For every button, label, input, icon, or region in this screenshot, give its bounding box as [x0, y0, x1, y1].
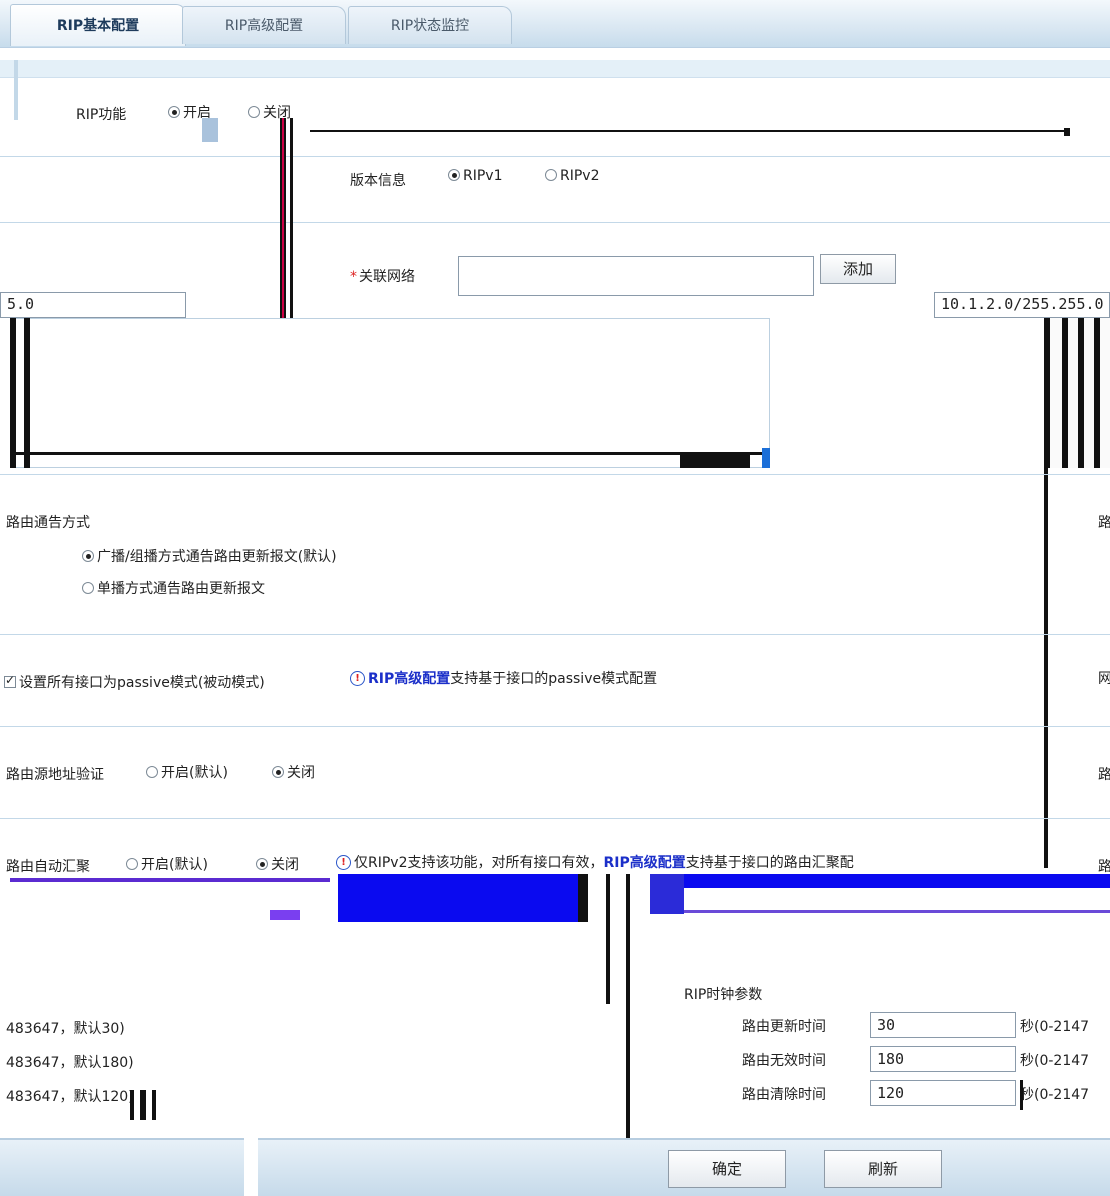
version-v2-option[interactable]: RIPv2 [545, 168, 600, 184]
invalid-timer-unit: 秒(0-2147 [1020, 1053, 1090, 1069]
glitch-vbar [578, 874, 588, 922]
invalid-timer-label: 路由无效时间 [742, 1053, 826, 1069]
right-edge-label: 网 [1098, 671, 1110, 687]
glitch-vbar [280, 118, 286, 318]
glitch-vbar [140, 1090, 146, 1120]
divider [0, 222, 1110, 223]
refresh-button[interactable]: 刷新 [824, 1150, 942, 1188]
rip-off-radio[interactable] [248, 106, 260, 118]
auto-summary-off-radio[interactable] [256, 858, 268, 870]
confirm-button[interactable]: 确定 [668, 1150, 786, 1188]
version-label: 版本信息 [350, 173, 406, 189]
auto-summary-on-radio[interactable] [126, 858, 138, 870]
auto-summary-off-option[interactable]: 关闭 [256, 854, 299, 874]
glitch-vbar [1020, 1080, 1023, 1110]
tab-bar: RIP基本配置 RIP高级配置 RIP状态监控 [0, 0, 1110, 48]
info-icon: ! [336, 855, 351, 870]
tab-rip-basic[interactable]: RIP基本配置 [10, 4, 186, 46]
glitch-block [270, 910, 300, 920]
glitch-block [762, 448, 770, 468]
network-input[interactable] [458, 256, 814, 296]
auto-summary-note: ! 仅RIPv2支持该功能，对所有接口有效，RIP高级配置支持基于接口的路由汇聚配 [336, 852, 854, 872]
network-list-value[interactable]: 10.1.2.0/255.255.0 [934, 292, 1110, 318]
update-timer-input[interactable] [870, 1012, 1016, 1038]
passive-checkbox[interactable] [4, 673, 16, 688]
source-check-off-radio[interactable] [272, 766, 284, 778]
glitch-vbar [152, 1090, 156, 1120]
glitch-block [650, 874, 684, 914]
advertise-unicast-radio[interactable] [82, 582, 94, 594]
glitch-vbar [290, 118, 293, 318]
network-left-value[interactable]: 5.0 [0, 292, 186, 318]
right-edge-label: 路 [1098, 859, 1110, 875]
divider [0, 156, 1110, 157]
divider [0, 818, 1110, 819]
divider [0, 474, 1110, 475]
tab-rip-advanced[interactable]: RIP高级配置 [182, 6, 346, 44]
glitch-vbar [1044, 468, 1048, 868]
timers-title: RIP时钟参数 [684, 987, 763, 1003]
timer-hint: 483647，默认30) [6, 1021, 125, 1037]
advertise-broadcast-option[interactable]: 广播/组播方式通告路由更新报文(默认) [82, 546, 337, 566]
glitch-vbar [626, 874, 630, 1144]
glitch-hline [10, 452, 770, 455]
glitch-vbar [1094, 318, 1100, 468]
rip-on-radio[interactable] [168, 106, 180, 118]
network-list[interactable] [10, 318, 770, 468]
advanced-config-link-2[interactable]: RIP高级配置 [604, 855, 686, 871]
source-check-on-option[interactable]: 开启(默认) [146, 762, 228, 782]
version-v1-option[interactable]: RIPv1 [448, 168, 503, 184]
advertise-unicast-option[interactable]: 单播方式通告路由更新报文 [82, 578, 265, 598]
passive-option[interactable]: 设置所有接口为passive模式(被动模式) [4, 672, 265, 692]
source-check-on-radio[interactable] [146, 766, 158, 778]
advertise-label: 路由通告方式 [6, 515, 90, 531]
flush-timer-input[interactable] [870, 1080, 1016, 1106]
rip-function-label: RIP功能 [76, 107, 127, 123]
info-icon: ! [350, 671, 365, 686]
glitch-hline [684, 910, 1110, 913]
glitch-line [310, 130, 1070, 132]
network-label: * 关联网络 [350, 269, 415, 285]
invalid-timer-input[interactable] [870, 1046, 1016, 1072]
auto-summary-label: 路由自动汇聚 [6, 859, 90, 875]
glitch-block [244, 1138, 258, 1196]
timer-hint: 483647，默认120) [6, 1089, 134, 1105]
update-timer-label: 路由更新时间 [742, 1019, 826, 1035]
source-check-off-option[interactable]: 关闭 [272, 762, 315, 782]
glitch-hline [684, 874, 1110, 888]
glitch-vbar [606, 874, 610, 1004]
glitch-vbar [130, 1090, 134, 1120]
version-v2-radio[interactable] [545, 169, 557, 181]
glitch-block [680, 452, 750, 468]
auto-summary-on-option[interactable]: 开启(默认) [126, 854, 208, 874]
advertise-broadcast-radio[interactable] [82, 550, 94, 562]
glitch-vbar [24, 318, 30, 468]
divider [0, 726, 1110, 727]
header-strip [0, 60, 1110, 78]
passive-note: ! RIP高级配置支持基于接口的passive模式配置 [350, 668, 657, 688]
advanced-config-link[interactable]: RIP高级配置 [368, 671, 450, 687]
version-v1-radio[interactable] [448, 169, 460, 181]
flush-timer-label: 路由清除时间 [742, 1087, 826, 1103]
update-timer-unit: 秒(0-2147 [1020, 1019, 1090, 1035]
divider [0, 634, 1110, 635]
glitch-vbar [10, 318, 16, 468]
right-edge-label: 路 [1098, 767, 1110, 783]
glitch-block [202, 118, 218, 142]
glitch-hline [10, 878, 330, 882]
right-edge-label: 路 [1098, 515, 1110, 531]
glitch-vbar [1062, 318, 1068, 468]
tab-rip-monitor[interactable]: RIP状态监控 [348, 6, 512, 44]
bottom-toolbar [0, 1138, 1110, 1196]
left-edge [14, 60, 18, 120]
glitch-block [338, 874, 578, 922]
add-network-button[interactable]: 添加 [820, 254, 896, 284]
timer-hint: 483647，默认180) [6, 1055, 134, 1071]
source-check-label: 路由源地址验证 [6, 767, 104, 783]
network-list-right [1044, 318, 1110, 468]
glitch-end [1064, 128, 1070, 136]
glitch-vbar [1078, 318, 1084, 468]
flush-timer-unit: 秒(0-2147 [1020, 1087, 1090, 1103]
